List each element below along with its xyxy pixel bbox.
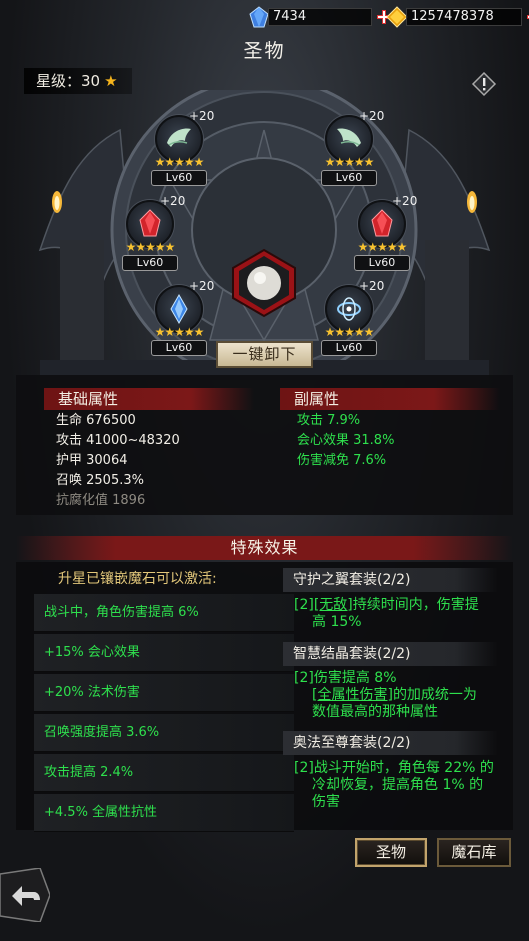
star-level-label: 星级：30 [36,72,101,90]
gold-count: 1257478378 [406,8,522,26]
unequip-all-button[interactable]: 一键卸下 [216,341,313,368]
slot-level: Lv60 [321,170,377,186]
back-arrow-icon[interactable] [0,868,50,922]
slot-wing-right[interactable]: +20 ★★★★★ Lv60 [317,109,384,205]
set-arcane-supreme-desc-line3: 伤害 [312,794,340,810]
slot-level: Lv60 [151,340,207,356]
slot-stars: ★★★★★ [324,325,375,339]
relic-wheel-area: +20 ★★★★★ Lv60 +20 ★★★★★ Lv60 +20 ★★★★★ … [0,90,529,380]
set-desc-part: 的加成统一为 [392,687,477,703]
feather-wing-icon [167,128,191,147]
slot-stars: ★★★★★ [154,155,205,169]
sub-attr-crit: 会心效果 31.8% [297,433,395,448]
red-crystal-icon [371,209,393,237]
sub-attr-attack: 攻击 7.9% [297,413,361,428]
tab-magic-stone[interactable]: 魔石库 [437,838,511,867]
set-wisdom-crystal-desc-line3: 数值最高的那种属性 [312,704,438,720]
slot-wing-left[interactable]: +20 ★★★★★ Lv60 [147,109,214,205]
sub-attr-damage-reduction: 伤害减免 7.6% [297,453,387,468]
activate-hint: 升星已镶嵌魔石可以激活: [58,571,217,587]
effect-row: 召唤强度提高 3.6% [34,714,294,752]
star-icon: ★ [104,72,118,90]
torch-right-icon [467,191,477,213]
slot-bonus: +20 [359,109,385,123]
top-bar: 7434 1257478378 [0,0,529,36]
attr-summon: 召唤 2505.3% [56,473,144,488]
slot-stars: ★★★★★ [357,240,408,254]
set-wisdom-crystal-title: 智慧结晶套装(2/2) [283,642,498,666]
special-effects-title: 特殊效果 [16,536,513,560]
slot-stars: ★★★★★ [324,155,375,169]
slot-bonus: +20 [160,194,186,208]
set-wisdom-crystal-desc-line2: [全属性伤害]的加成统一为 [312,687,527,704]
effect-row: +20% 法术伤害 [34,674,294,712]
base-attributes-title: 基础属性 [44,388,254,410]
keyword-link[interactable]: [无敌] [314,597,353,613]
slot-level: Lv60 [321,340,377,356]
set-arcane-supreme-desc: [2]战斗开始时，角色每 22% 的 [294,760,494,776]
set-arcane-supreme-desc-line2: 冷却恢复，提高角色 1% 的 [312,777,484,793]
attr-hp: 生命 676500 [56,413,136,428]
tab-relic[interactable]: 圣物 [355,838,427,867]
slot-bonus: +20 [359,279,385,293]
torch-left-icon [52,191,62,213]
set-desc-part: 持续时间内，伤害提 [352,597,479,613]
crystal-resource: 7434 [248,6,392,28]
set-guardian-wing-desc: [2][无敌]持续时间内，伤害提 [294,597,509,614]
set-arcane-supreme-title: 奥法至尊套装(2/2) [283,731,498,755]
red-crystal-icon [139,209,161,237]
set-wisdom-crystal-desc: [2]伤害提高 8% [294,670,397,686]
feather-wing-icon [337,128,361,147]
set-guardian-wing-title: 守护之翼套装(2/2) [283,568,498,592]
set-desc-part: [2] [294,597,314,613]
slot-bonus: +20 [189,109,215,123]
blue-ring-icon [337,297,361,321]
slot-crystal-red-left[interactable]: +20 ★★★★★ Lv60 [118,194,185,290]
keyword-link[interactable]: [全属性伤害] [312,687,393,703]
attr-corruption-resist: 抗腐化值 1896 [56,493,146,508]
center-relic-orb-icon[interactable] [229,248,299,318]
attr-attack: 攻击 41000~48320 [56,433,180,448]
gold-resource: 1257478378 [386,6,529,28]
slot-level: Lv60 [354,255,410,271]
slot-stars: ★★★★★ [125,240,176,254]
slot-crystal-blue-left[interactable]: +20 ★★★★★ Lv60 [147,279,214,375]
slot-crystal-red-right[interactable]: +20 ★★★★★ Lv60 [350,194,417,290]
slot-ring-blue-right[interactable]: +20 ★★★★★ Lv60 [317,279,384,375]
page-title: 圣物 [243,40,286,62]
effect-row: +15% 会心效果 [34,634,294,672]
slot-bonus: +20 [392,194,418,208]
blue-crystal-icon [170,293,188,325]
slot-stars: ★★★★★ [154,325,205,339]
effect-row: 战斗中，角色伤害提高 6% [34,594,294,632]
slot-level: Lv60 [151,170,207,186]
blue-crystal-icon [249,6,269,28]
relic-wheel-frame [38,90,491,380]
attr-armor: 护甲 30064 [56,453,128,468]
set-guardian-wing-desc-line2: 高 15% [312,614,362,630]
sub-attributes-title: 副属性 [280,388,500,410]
effect-row: +4.5% 全属性抗性 [34,794,294,832]
slot-bonus: +20 [189,279,215,293]
crystal-count: 7434 [268,8,372,26]
gold-gem-icon [386,6,408,28]
slot-level: Lv60 [122,255,178,271]
effect-row: 攻击提高 2.4% [34,754,294,792]
